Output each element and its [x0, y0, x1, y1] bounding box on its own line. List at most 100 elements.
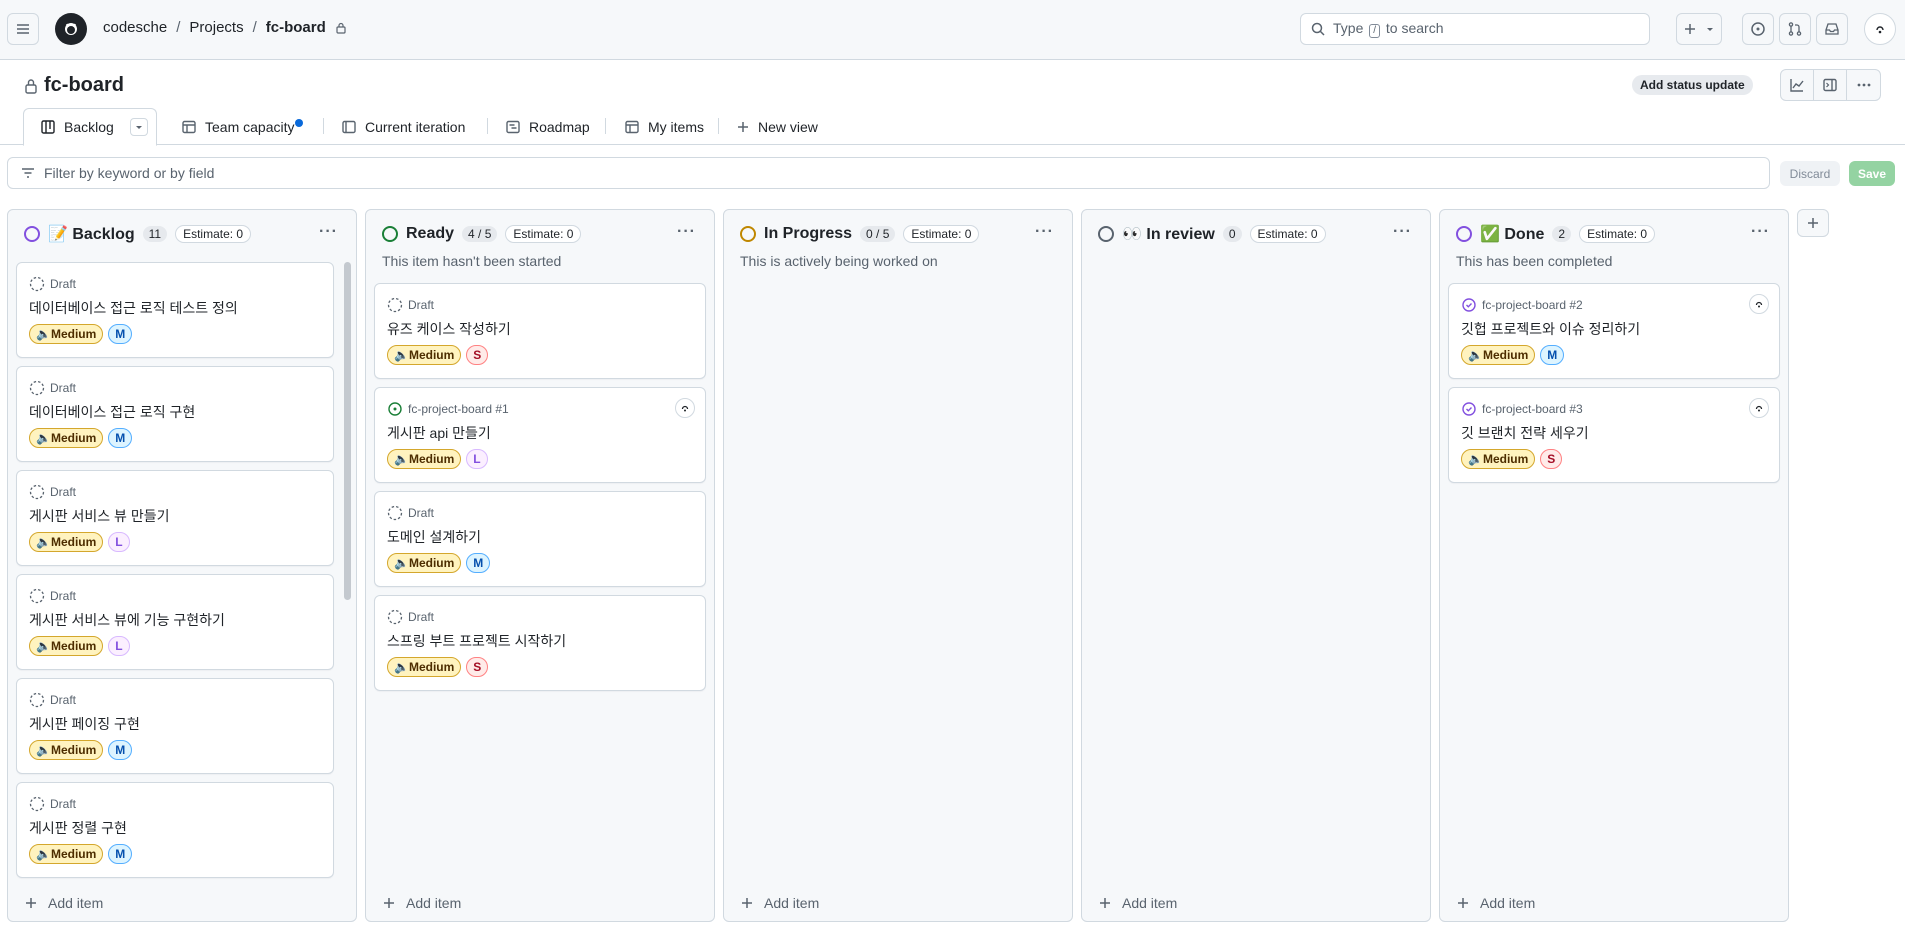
- tab-divider: [718, 118, 719, 134]
- column-in-review: 👀 In review 0 Estimate: 0 ··· Add item: [1081, 209, 1431, 922]
- column-options-button[interactable]: ···: [1393, 223, 1412, 241]
- card-title[interactable]: 게시판 페이징 구현: [29, 714, 140, 734]
- draft-icon: [387, 609, 403, 625]
- card[interactable]: Draft 게시판 서비스 뷰에 기능 구현하기 🔈Medium L: [16, 574, 334, 670]
- card[interactable]: fc-project-board #2 깃헙 프로젝트와 이슈 정리하기 🔈Me…: [1448, 283, 1780, 379]
- card[interactable]: Draft 데이터베이스 접근 로직 구현 🔈Medium M: [16, 366, 334, 462]
- tab-options-button[interactable]: [129, 118, 148, 136]
- breadcrumb-owner[interactable]: codesche: [103, 19, 167, 36]
- issues-button[interactable]: [1742, 13, 1774, 45]
- card-tags: 🔈Medium L: [29, 532, 130, 552]
- plus-icon: [1685, 24, 1695, 34]
- card-title[interactable]: 도메인 설계하기: [387, 527, 481, 547]
- card-title[interactable]: 게시판 서비스 뷰 만들기: [29, 506, 169, 526]
- column-options-button[interactable]: ···: [319, 223, 338, 241]
- tab-roadmap[interactable]: Roadmap: [505, 108, 590, 145]
- status-circle-icon: [740, 226, 756, 242]
- breadcrumb-project[interactable]: fc-board: [266, 19, 326, 36]
- discard-button[interactable]: Discard: [1780, 161, 1840, 186]
- card-title[interactable]: 게시판 서비스 뷰에 기능 구현하기: [29, 610, 225, 630]
- column-description: This is actively being worked on: [740, 253, 938, 269]
- breadcrumb-projects[interactable]: Projects: [189, 19, 243, 36]
- card[interactable]: Draft 게시판 서비스 뷰 만들기 🔈Medium L: [16, 470, 334, 566]
- priority-label: 🔈Medium: [387, 553, 462, 573]
- priority-label: 🔈Medium: [1461, 345, 1536, 365]
- project-name[interactable]: fc-board: [44, 74, 124, 97]
- column-header: ✅ Done 2 Estimate: 0: [1456, 223, 1776, 245]
- estimate-badge: Estimate: 0: [505, 225, 582, 243]
- new-view-button[interactable]: New view: [736, 108, 818, 145]
- card-title[interactable]: 데이터베이스 접근 로직 구현: [29, 402, 195, 422]
- card[interactable]: Draft 게시판 정렬 구현 🔈Medium M: [16, 782, 334, 878]
- hamburger-menu-button[interactable]: [7, 13, 39, 45]
- card-meta: Draft: [29, 484, 76, 500]
- board-icon: [41, 120, 55, 134]
- github-logo-icon[interactable]: [55, 13, 87, 45]
- size-label: M: [108, 844, 133, 864]
- add-item-button[interactable]: Add item: [24, 895, 103, 911]
- column-in-progress: In Progress 0 / 5 Estimate: 0 ··· This i…: [723, 209, 1073, 922]
- assignee-avatar[interactable]: [1749, 294, 1769, 314]
- card-tags: 🔈Medium L: [387, 449, 488, 469]
- inbox-button[interactable]: [1816, 13, 1848, 45]
- add-status-update-button[interactable]: Add status update: [1632, 75, 1753, 95]
- add-item-button[interactable]: Add item: [1098, 895, 1177, 911]
- plus-icon: [1100, 898, 1110, 908]
- card[interactable]: fc-project-board #3 깃 브랜치 전략 세우기 🔈Medium…: [1448, 387, 1780, 483]
- chevron-down-icon: [1707, 28, 1713, 31]
- lock-icon: [25, 78, 37, 94]
- project-toolbar: [1780, 69, 1881, 101]
- column-options-button[interactable]: ···: [1035, 223, 1054, 241]
- tab-team-capacity[interactable]: Team capacity: [181, 108, 294, 145]
- draft-icon: [29, 380, 45, 396]
- priority-label: 🔈Medium: [29, 324, 104, 344]
- pull-requests-button[interactable]: [1779, 13, 1811, 45]
- create-new-button[interactable]: [1676, 13, 1722, 45]
- add-item-button[interactable]: Add item: [1456, 895, 1535, 911]
- card[interactable]: Draft 유즈 케이스 작성하기 🔈Medium S: [374, 283, 706, 379]
- card-list: Draft 유즈 케이스 작성하기 🔈Medium S fc-project-b…: [374, 283, 706, 699]
- card-title[interactable]: 깃헙 프로젝트와 이슈 정리하기: [1461, 319, 1640, 339]
- column-title: Ready: [406, 225, 455, 242]
- card-title[interactable]: 게시판 api 만들기: [387, 423, 491, 443]
- save-button[interactable]: Save: [1849, 161, 1895, 186]
- plus-icon: [26, 898, 36, 908]
- card-title[interactable]: 스프링 부트 프로젝트 시작하기: [387, 631, 566, 651]
- column-ready: Ready 4 / 5 Estimate: 0 ··· This item ha…: [365, 209, 715, 922]
- add-item-button[interactable]: Add item: [382, 895, 461, 911]
- card-meta: fc-project-board #1: [387, 401, 509, 417]
- card-title[interactable]: 게시판 정렬 구현: [29, 818, 127, 838]
- unsaved-changes-indicator: [295, 119, 303, 127]
- card[interactable]: Draft 게시판 페이징 구현 🔈Medium M: [16, 678, 334, 774]
- card-title[interactable]: 깃 브랜치 전략 세우기: [1461, 423, 1589, 443]
- add-item-button[interactable]: Add item: [740, 895, 819, 911]
- column-options-button[interactable]: ···: [1751, 223, 1770, 241]
- tab-backlog[interactable]: Backlog: [23, 108, 157, 146]
- card[interactable]: fc-project-board #1 게시판 api 만들기 🔈Medium …: [374, 387, 706, 483]
- table-icon: [625, 120, 639, 133]
- card-title[interactable]: 데이터베이스 접근 로직 테스트 정의: [29, 298, 238, 318]
- tab-divider: [487, 118, 488, 134]
- column-options-button[interactable]: ···: [677, 223, 696, 241]
- size-label: S: [1540, 449, 1563, 469]
- tab-my-items[interactable]: My items: [624, 108, 704, 145]
- side-panel-button[interactable]: [1814, 70, 1847, 100]
- insights-button[interactable]: [1781, 70, 1814, 100]
- card[interactable]: Draft 도메인 설계하기 🔈Medium M: [374, 491, 706, 587]
- more-options-button[interactable]: [1847, 70, 1880, 100]
- item-count-badge: 11: [142, 226, 168, 242]
- add-column-button[interactable]: [1797, 209, 1829, 237]
- priority-label: 🔈Medium: [29, 844, 104, 864]
- column-scrollbar[interactable]: [344, 262, 351, 600]
- card-tags: 🔈Medium S: [1461, 449, 1563, 469]
- plus-icon: [1808, 218, 1818, 228]
- assignee-avatar[interactable]: [675, 398, 695, 418]
- card-title[interactable]: 유즈 케이스 작성하기: [387, 319, 511, 339]
- card[interactable]: Draft 스프링 부트 프로젝트 시작하기 🔈Medium S: [374, 595, 706, 691]
- assignee-avatar[interactable]: [1749, 398, 1769, 418]
- card[interactable]: Draft 데이터베이스 접근 로직 테스트 정의 🔈Medium M: [16, 262, 334, 358]
- filter-input[interactable]: Filter by keyword or by field: [7, 157, 1770, 189]
- user-avatar[interactable]: [1864, 13, 1896, 45]
- search-input[interactable]: Type / to search: [1300, 13, 1650, 45]
- tab-current-iteration[interactable]: Current iteration: [341, 108, 465, 145]
